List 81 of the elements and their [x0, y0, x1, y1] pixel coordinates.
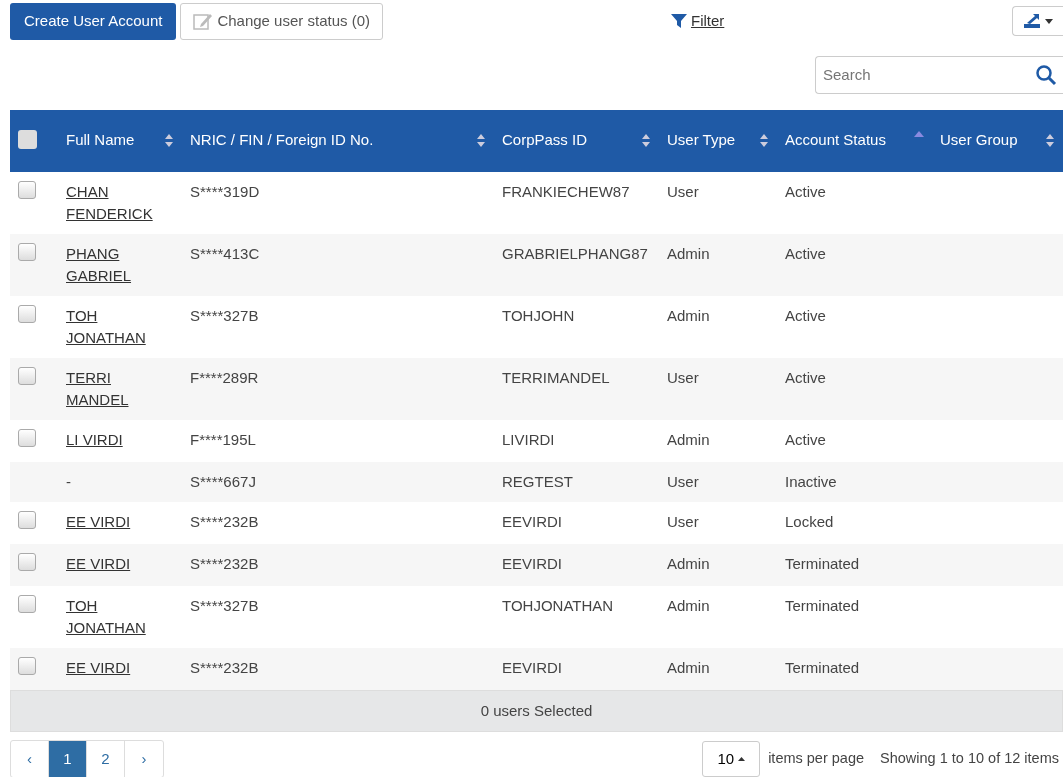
export-icon — [1023, 13, 1041, 30]
column-header[interactable]: CorpPass ID — [502, 129, 588, 152]
table-cell: REGTEST — [502, 472, 573, 490]
table-cell: LIVIRDI — [502, 430, 555, 448]
page-button[interactable]: 2 — [87, 741, 125, 777]
search-icon — [1035, 63, 1057, 86]
table-cell: - — [66, 472, 71, 490]
user-name-link[interactable]: TOH JONATHAN — [66, 594, 174, 639]
table-cell: S****327B — [190, 306, 259, 324]
table-cell: F****195L — [190, 430, 256, 448]
row-checkbox[interactable] — [18, 242, 36, 261]
table-cell: Inactive — [785, 472, 837, 490]
next-page-button[interactable]: › — [125, 741, 163, 777]
sort-icon — [1045, 133, 1055, 148]
row-checkbox[interactable] — [18, 366, 36, 385]
export-button[interactable] — [1012, 6, 1063, 37]
page-summary: Showing 1 to 10 of 12 items — [880, 749, 1059, 769]
page-button[interactable]: 1 — [49, 741, 87, 777]
row-checkbox[interactable] — [18, 594, 36, 613]
user-name-link[interactable]: EE VIRDI — [66, 510, 131, 533]
caret-icon — [738, 757, 746, 761]
change-status-button[interactable]: Change user status (0) — [180, 3, 383, 40]
sort-ascending-icon — [914, 130, 924, 137]
table-cell: Locked — [785, 512, 834, 530]
table-cell: S****232B — [190, 512, 259, 530]
table-cell: Active — [785, 368, 826, 386]
table-cell: S****232B — [190, 658, 259, 676]
table-cell: EEVIRDI — [502, 512, 562, 530]
table-cell: Admin — [667, 244, 710, 262]
row-checkbox[interactable] — [18, 510, 36, 529]
table-cell: S****232B — [190, 554, 259, 572]
table-cell: Admin — [667, 596, 710, 614]
table-cell: Terminated — [785, 658, 860, 676]
table-cell: Terminated — [785, 554, 860, 572]
table-cell: User — [667, 472, 699, 490]
edit-icon — [193, 12, 214, 31]
table-cell: S****327B — [190, 596, 259, 614]
table-cell: Admin — [667, 554, 710, 572]
search-field[interactable]: Search — [815, 55, 1063, 94]
table-cell: User — [667, 368, 699, 386]
sort-icon — [476, 133, 486, 148]
table-cell: Admin — [667, 658, 710, 676]
table-cell: S****413C — [190, 244, 260, 262]
table-cell: TOHJOHN — [502, 306, 575, 324]
page-size-dropdown[interactable]: 10 — [702, 740, 761, 777]
row-checkbox[interactable] — [18, 428, 36, 447]
row-checkbox[interactable] — [18, 180, 36, 199]
select-all-checkbox[interactable] — [18, 130, 37, 150]
table-cell: EEVIRDI — [502, 658, 562, 676]
user-name-link[interactable]: CHAN FENDERICK — [66, 180, 174, 225]
sort-icon — [759, 133, 769, 148]
filter-link[interactable]: Filter — [671, 10, 725, 33]
table-cell: User — [667, 512, 699, 530]
page-size-label: items per page — [768, 749, 865, 769]
table-cell: Terminated — [785, 596, 860, 614]
caret-icon — [1045, 18, 1053, 24]
table-cell: S****667J — [190, 472, 256, 490]
table-cell: TERRIMANDEL — [502, 368, 610, 386]
table-cell: S****319D — [190, 182, 260, 200]
user-name-link[interactable]: LI VIRDI — [66, 428, 123, 451]
table-cell: User — [667, 182, 699, 200]
table-cell: GRABRIELPHANG87 — [502, 244, 648, 262]
table-cell: Admin — [667, 430, 710, 448]
table-cell: Active — [785, 430, 826, 448]
row-checkbox[interactable] — [18, 552, 36, 571]
sort-icon — [164, 133, 174, 148]
row-checkbox[interactable] — [18, 304, 36, 323]
filter-icon — [671, 13, 687, 30]
create-user-button[interactable]: Create User Account — [10, 3, 177, 40]
table-cell: EEVIRDI — [502, 554, 562, 572]
table-cell: FRANKIECHEW87 — [502, 182, 630, 200]
user-name-link[interactable]: TOH JONATHAN — [66, 304, 174, 349]
table-cell: F****289R — [190, 368, 259, 386]
row-checkbox[interactable] — [18, 656, 36, 675]
table-cell: Active — [785, 244, 826, 262]
table-cell: Admin — [667, 306, 710, 324]
sort-icon — [641, 133, 651, 148]
table-cell: Active — [785, 182, 826, 200]
table-cell: TOHJONATHAN — [502, 596, 614, 614]
selection-count: 0 users Selected — [10, 689, 1063, 732]
table-cell: Active — [785, 306, 826, 324]
